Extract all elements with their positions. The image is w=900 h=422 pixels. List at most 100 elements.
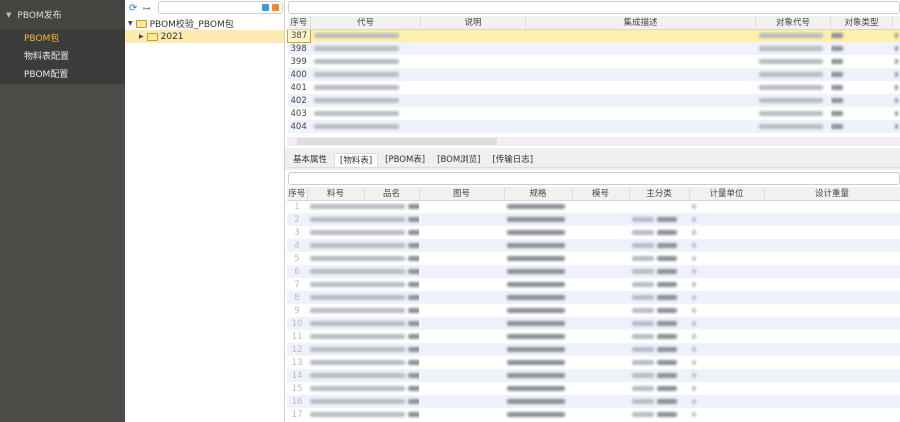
tab[interactable]: [传输日志] — [487, 153, 538, 167]
table-row[interactable]: 10 — [287, 317, 900, 330]
column-header[interactable]: 规格 — [504, 187, 573, 201]
column-header[interactable]: 计量单位 — [689, 187, 765, 201]
redacted-text — [507, 333, 565, 339]
part-number-cell — [307, 395, 419, 408]
category-cell — [629, 291, 689, 304]
table-row[interactable]: 8 — [287, 291, 900, 304]
redacted-text — [692, 268, 696, 274]
table-row[interactable]: 7 — [287, 278, 900, 291]
weight-cell — [764, 265, 900, 278]
table-row[interactable]: 14 — [287, 369, 900, 382]
redacted-text — [692, 411, 696, 417]
expand-caret-icon[interactable]: ▼ — [128, 20, 133, 27]
lower-filter-input[interactable] — [288, 172, 900, 185]
redacted-text — [692, 333, 696, 339]
column-header[interactable]: 品名 — [364, 187, 420, 201]
scrollbar-thumb[interactable] — [297, 138, 497, 145]
redacted-text — [407, 268, 419, 274]
extra-cell — [892, 42, 900, 55]
desc-cell — [421, 55, 526, 68]
table-row[interactable]: 401 — [288, 81, 900, 94]
sidebar-group-pbom-release[interactable]: ▼ PBOM发布 — [0, 0, 125, 30]
add-icon[interactable] — [272, 4, 279, 11]
horizontal-scrollbar[interactable] — [287, 137, 900, 146]
tab[interactable]: [PBOM表] — [380, 153, 430, 167]
extra-cell — [892, 68, 900, 81]
table-row[interactable]: 400 — [287, 68, 900, 81]
table-row[interactable]: 1 — [287, 200, 900, 213]
drawing-cell — [419, 200, 504, 213]
table-row[interactable]: 11 — [287, 330, 900, 343]
column-header[interactable]: 代号 — [310, 16, 421, 30]
table-row[interactable]: 16 — [287, 395, 900, 408]
column-header[interactable]: 主分类 — [629, 187, 690, 201]
table-row[interactable]: 9 — [287, 304, 900, 317]
column-header[interactable]: 对象类型 — [830, 16, 893, 30]
redacted-text — [507, 398, 565, 404]
table-row[interactable]: 15 — [287, 382, 900, 395]
integrated-desc-cell — [525, 94, 756, 107]
sidebar: ▼ PBOM发布 PBOM包 物料表配置 PBOM配置 — [0, 0, 125, 422]
redacted-text — [632, 385, 654, 391]
table-row[interactable]: 403 — [288, 107, 900, 120]
upper-filter-input[interactable] — [288, 1, 900, 14]
redacted-text — [407, 346, 419, 352]
collapsed-caret-icon[interactable]: ▶ — [139, 33, 144, 40]
sidebar-item-pbom-package[interactable]: PBOM包 — [0, 30, 125, 48]
redacted-text — [692, 281, 696, 287]
table-row[interactable]: 13 — [287, 356, 900, 369]
redacted-text — [656, 385, 677, 391]
column-header[interactable]: 设计重量 — [764, 187, 900, 201]
redacted-text — [407, 229, 419, 235]
tab[interactable]: [BOM浏览] — [432, 153, 485, 167]
drawing-cell — [419, 317, 504, 330]
refresh-icon[interactable]: ⟳ — [129, 3, 137, 14]
redacted-text — [407, 320, 419, 326]
column-header[interactable]: 序号 — [287, 187, 308, 201]
table-row[interactable]: 6 — [287, 265, 900, 278]
table-row[interactable]: 4 — [287, 239, 900, 252]
drawing-cell — [419, 291, 504, 304]
table-row[interactable]: 3 — [287, 226, 900, 239]
tree-structure-icon[interactable]: ⊶ — [142, 4, 150, 13]
collapse-triangle-icon: ▼ — [6, 10, 12, 19]
row-number: 401 — [290, 82, 307, 93]
redacted-text — [830, 110, 843, 116]
table-row[interactable]: 398 — [287, 42, 900, 55]
table-row[interactable]: 387 — [287, 28, 900, 43]
tab[interactable]: 基本属性 — [288, 153, 332, 167]
column-header[interactable]: 料号 — [307, 187, 365, 201]
table-row[interactable]: 17 — [287, 408, 900, 421]
sidebar-item-material-config[interactable]: 物料表配置 — [0, 48, 125, 66]
unit-cell — [689, 369, 764, 382]
column-header[interactable]: 对象代号 — [755, 16, 831, 30]
table-row[interactable]: 402 — [287, 94, 900, 107]
sidebar-item-pbom-config[interactable]: PBOM配置 — [0, 66, 125, 84]
redacted-text — [407, 216, 419, 222]
tab[interactable]: [物料表] — [334, 153, 379, 167]
integrated-desc-cell — [526, 55, 756, 68]
table-row[interactable]: 2 — [287, 213, 900, 226]
redacted-text — [692, 242, 696, 248]
column-header[interactable]: 说明 — [420, 16, 526, 30]
row-number: 1 — [294, 201, 300, 212]
redacted-text — [656, 255, 677, 261]
expand-all-icon[interactable] — [262, 4, 269, 11]
row-number: 399 — [290, 56, 307, 67]
column-header[interactable]: 模号 — [572, 187, 630, 201]
table-row[interactable]: 399 — [288, 55, 900, 68]
column-header[interactable]: 集成描述 — [525, 16, 756, 30]
table-row[interactable]: 12 — [287, 343, 900, 356]
table-row[interactable]: 404 — [287, 120, 900, 133]
tree-node-root[interactable]: ▼ PBOM校验_PBOM包 — [125, 17, 284, 30]
table-row[interactable]: 5 — [287, 252, 900, 265]
tree-node-label: PBOM校验_PBOM包 — [149, 20, 234, 30]
column-header[interactable]: 序号 — [287, 16, 311, 30]
redacted-text — [692, 294, 696, 300]
weight-cell — [764, 226, 900, 239]
redacted-text — [407, 307, 419, 313]
tree-search-input[interactable] — [158, 1, 283, 14]
code-cell — [311, 107, 421, 120]
column-header[interactable]: 图号 — [419, 187, 505, 201]
tree-node-2021[interactable]: ▶ 2021 — [125, 30, 284, 43]
